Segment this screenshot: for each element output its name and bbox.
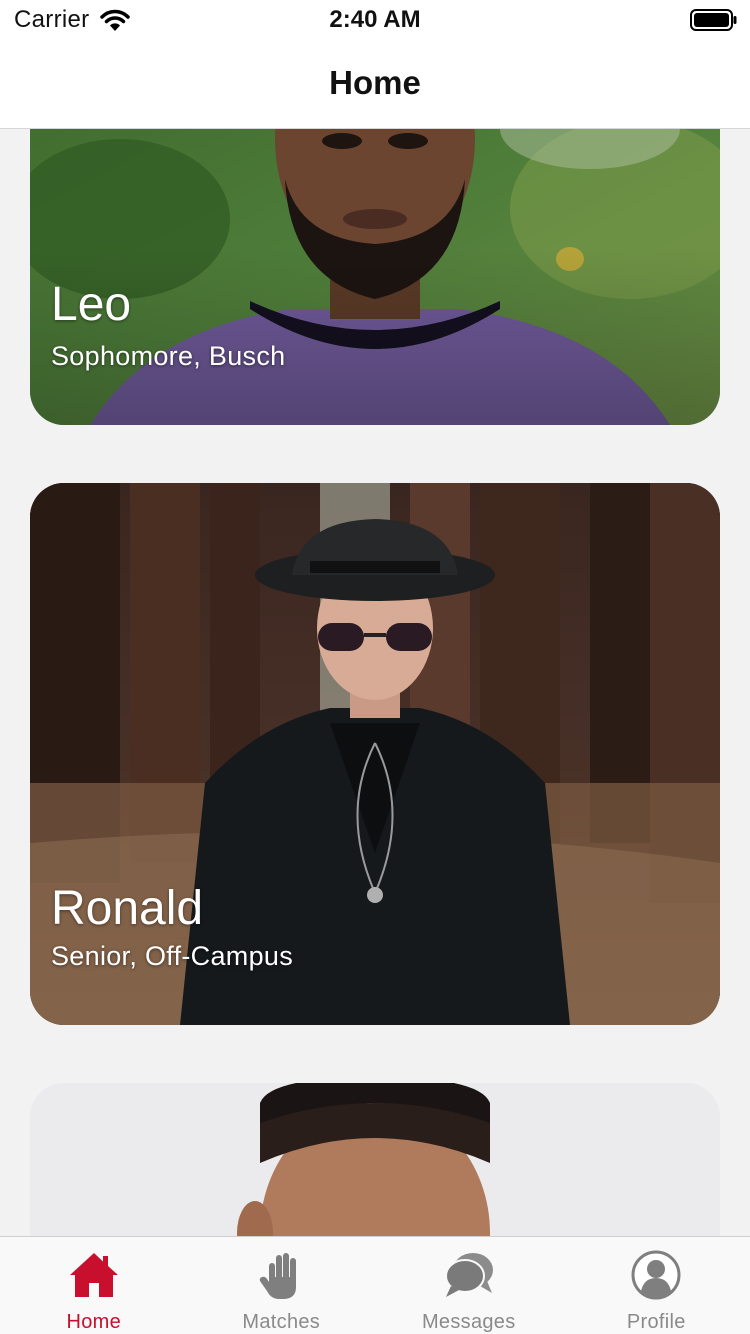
profile-feed[interactable]: Leo Sophomore, Busch Ronald Senior, Off-…	[0, 129, 750, 1236]
battery-icon	[690, 9, 737, 31]
tab-home[interactable]: Home	[0, 1237, 188, 1334]
profile-card[interactable]: Ronald Senior, Off-Campus	[30, 483, 720, 1025]
profile-detail: Sophomore, Busch	[51, 341, 286, 371]
profile-photo	[30, 129, 720, 425]
status-bar: Carrier 2:40 AM	[0, 0, 750, 40]
profile-card[interactable]	[30, 1083, 720, 1236]
home-icon	[69, 1253, 118, 1297]
tab-label: Home	[66, 1311, 122, 1333]
tab-profile[interactable]: Profile	[563, 1237, 750, 1334]
tab-messages[interactable]: Messages	[375, 1237, 563, 1334]
tab-bar: Home Matches Messages Profile	[0, 1236, 750, 1334]
navigation-bar: Home	[0, 40, 750, 129]
profile-name: Ronald	[51, 882, 204, 935]
profile-icon	[631, 1250, 681, 1300]
tab-label: Messages	[421, 1311, 516, 1333]
chat-bubbles-icon	[444, 1253, 493, 1297]
profile-detail: Senior, Off-Campus	[51, 941, 294, 971]
profile-photo	[30, 1083, 720, 1236]
profile-card[interactable]: Leo Sophomore, Busch	[30, 129, 720, 425]
status-time: 2:40 AM	[329, 6, 421, 33]
tab-label: Profile	[626, 1311, 686, 1333]
hand-icon	[260, 1253, 297, 1299]
page-title: Home	[329, 64, 421, 101]
tab-label: Matches	[242, 1311, 321, 1333]
tab-matches[interactable]: Matches	[188, 1237, 376, 1334]
profile-name: Leo	[51, 278, 132, 331]
